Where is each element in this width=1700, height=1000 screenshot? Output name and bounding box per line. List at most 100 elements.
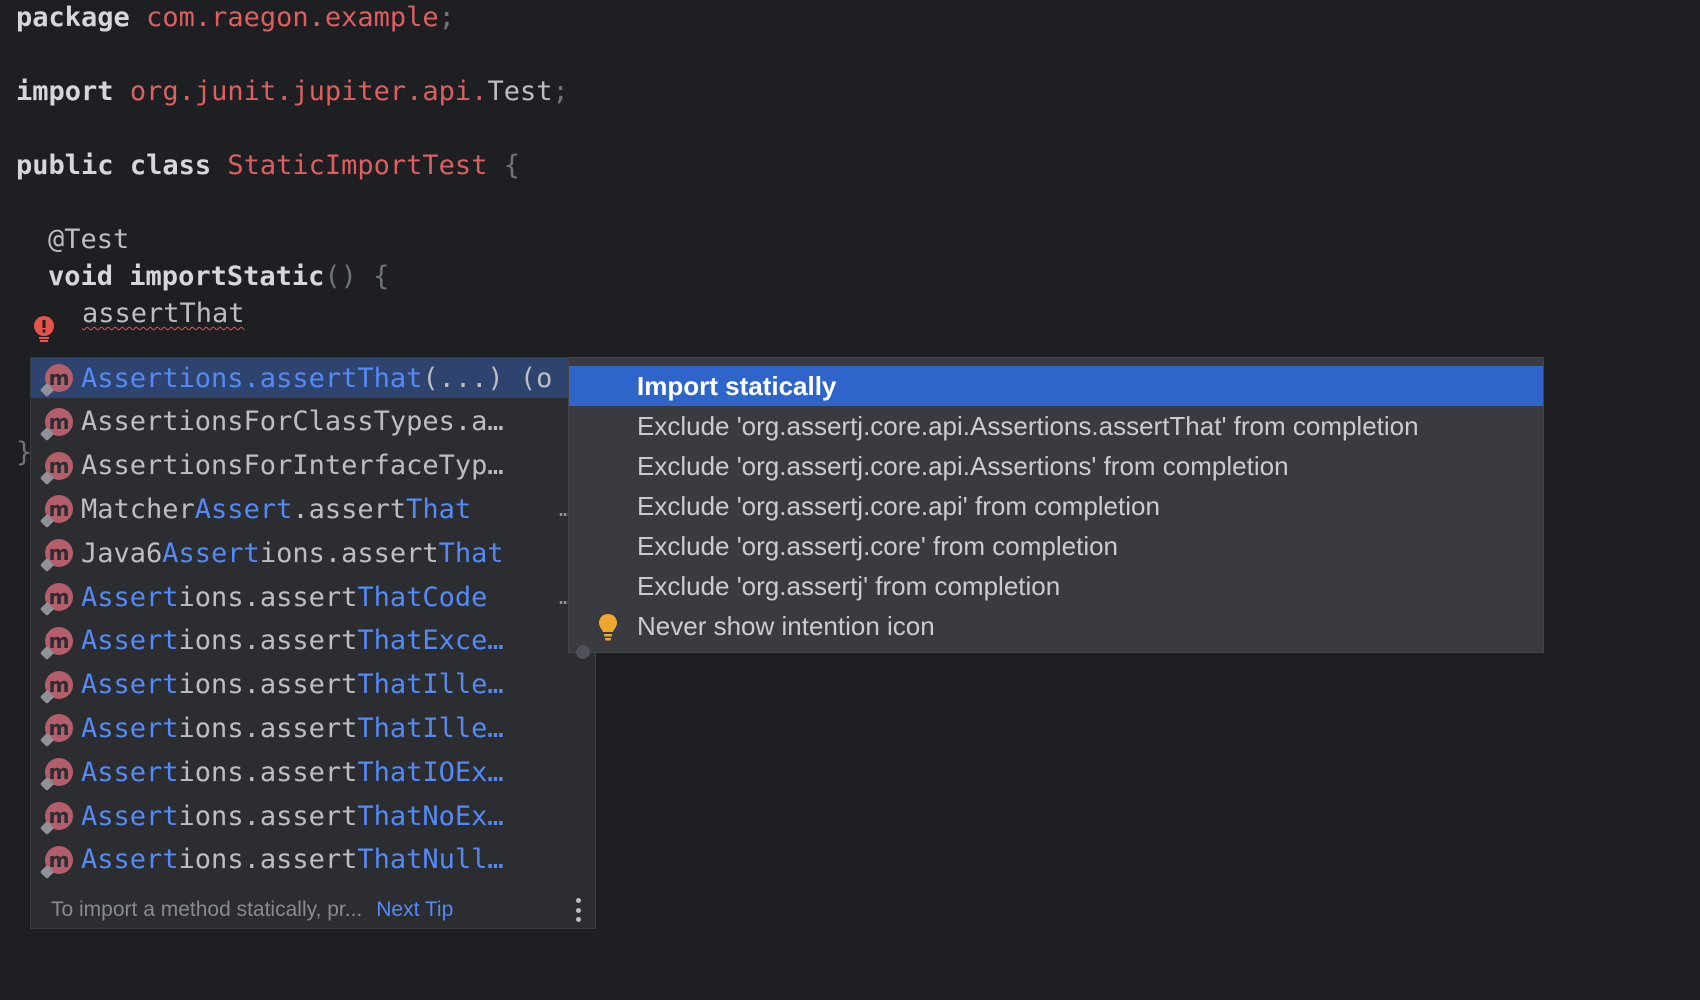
completion-item-part: That	[357, 362, 423, 394]
completion-item-part: Assert	[194, 493, 293, 525]
completion-item[interactable]: m Assertions.assertThatIlle…	[31, 665, 597, 705]
intention-item[interactable]: Exclude 'org.assertj.core.api.Assertions…	[569, 446, 1543, 486]
completion-item[interactable]: m Assertions.assertThatExce…	[31, 621, 597, 661]
completion-item-label: Assertions.assertThatNoEx…	[81, 801, 504, 832]
completion-item-part: (...) (o	[422, 362, 553, 394]
void-keyword: void	[48, 261, 114, 292]
intention-item-label: Exclude 'org.assertj.core.api' from comp…	[637, 490, 1160, 521]
completion-item[interactable]: m Assertions.assertThatIOEx…	[31, 752, 597, 792]
next-tip-link[interactable]: Next Tip	[376, 898, 453, 922]
completion-item-part: Assert	[81, 756, 179, 788]
method-name: importStatic	[129, 261, 325, 292]
completion-item-part: That	[357, 581, 423, 613]
completion-item[interactable]: m Assertions.assertThatNull…	[31, 840, 597, 880]
package-keyword: package	[16, 2, 130, 33]
method-open-brace: {	[373, 261, 390, 292]
intention-item[interactable]: Exclude 'org.assertj.core.api' from comp…	[569, 486, 1543, 526]
error-icon[interactable]	[31, 316, 57, 344]
code-line-annotation[interactable]: @Test	[48, 222, 129, 258]
intention-item-label: Exclude 'org.assertj.core.api.Assertions…	[637, 450, 1289, 481]
completion-item[interactable]: m Assertions.assertThatNoEx…	[31, 796, 597, 836]
completion-item[interactable]: m AssertionsForClassTypes.a…	[31, 402, 597, 442]
completion-item-part: .assert	[292, 493, 407, 525]
intention-item[interactable]: Exclude 'org.assertj' from completion	[569, 566, 1543, 606]
code-completion-popup[interactable]: m Assertions.assertThat(...) (o m Assertion…	[30, 357, 597, 930]
method-icon: m	[45, 407, 73, 436]
package-name: com.raegon.example	[146, 2, 439, 33]
method-icon: m	[45, 670, 73, 699]
completion-item[interactable]: m Assertions.assertThatIlle…	[31, 708, 597, 748]
completion-footer: To import a method statically, pr... Nex…	[31, 890, 597, 930]
completion-item-part: Ille…	[422, 712, 504, 744]
test-annotation: @Test	[48, 224, 130, 255]
more-options-icon[interactable]	[575, 898, 581, 922]
completion-item-part: Ille…	[422, 669, 504, 701]
scrollbar-knob[interactable]	[576, 645, 590, 659]
completion-item-part: Code	[422, 581, 488, 613]
method-icon: m	[45, 758, 73, 787]
method-icon: m	[45, 583, 73, 611]
completion-item-label: Java6Assertions.assertThat	[81, 538, 504, 569]
completion-item-part: ions.assert	[178, 844, 358, 876]
completion-item[interactable]: m Assertions.assertThatCode…	[31, 577, 597, 617]
completion-item-part: ions.assert	[178, 800, 358, 832]
code-line-class[interactable]: public class StaticImportTest {	[16, 148, 520, 184]
code-line-package[interactable]: package com.raegon.example;	[16, 0, 455, 36]
completion-item-part: Assert	[162, 537, 260, 569]
completion-item-part: That	[357, 669, 423, 701]
open-brace: {	[503, 150, 520, 181]
completion-item-label: Assertions.assertThatIlle…	[81, 713, 504, 744]
completion-item-label: Assertions.assertThatExce…	[81, 625, 504, 656]
completion-item-part: That	[406, 493, 472, 525]
typed-identifier[interactable]: assertThat	[82, 298, 245, 329]
intention-item-label: Exclude 'org.assertj.core.api.Assertions…	[637, 410, 1419, 441]
completion-item-part: That	[357, 712, 423, 744]
completion-item-label: Assertions.assertThat(...) (o	[81, 363, 552, 394]
code-line-method[interactable]: void importStatic() {	[48, 259, 389, 295]
completion-item-part: Assert	[81, 669, 179, 701]
completion-item-part: That	[438, 537, 504, 569]
completion-item[interactable]: m Assertions.assertThat(...) (o	[31, 358, 597, 398]
completion-item-part: That	[357, 844, 423, 876]
completion-item-part: ions.assert	[178, 712, 358, 744]
completion-item-part: Java6	[81, 537, 163, 569]
completion-item-part: ions.assert	[178, 669, 358, 701]
completion-item-part: That	[357, 756, 423, 788]
import-keyword: import	[16, 76, 114, 107]
lightbulb-icon	[599, 614, 617, 641]
completion-item[interactable]: m MatcherAssert.assertThat…	[31, 489, 597, 529]
method-icon: m	[45, 714, 73, 743]
completion-item-part: Assert	[81, 844, 179, 876]
completion-item-part: Matcher	[81, 493, 195, 525]
intention-item[interactable]: Exclude 'org.assertj.core' from completi…	[569, 526, 1543, 566]
class-name: StaticImportTest	[227, 150, 488, 181]
completion-item-label: Assertions.assertThatNull…	[81, 844, 504, 875]
method-icon: m	[45, 845, 73, 874]
method-icon: m	[45, 626, 73, 655]
completion-item-part: That	[357, 625, 423, 657]
import-class: Test	[487, 76, 553, 107]
code-line-import[interactable]: import org.junit.jupiter.api.Test;	[16, 74, 569, 110]
semicolon: ;	[438, 2, 455, 33]
intention-item[interactable]: Exclude 'org.assertj.core.api.Assertions…	[569, 406, 1543, 446]
intention-item-label: Import statically	[637, 370, 837, 401]
intention-item[interactable]: Import statically	[569, 366, 1543, 406]
completion-item-part: AssertionsForInterfaceTyp…	[81, 450, 504, 482]
completion-item-part: IOEx…	[422, 756, 504, 788]
completion-item-label: Assertions.assertThatIOEx…	[81, 757, 504, 788]
intention-item[interactable]: Never show intention icon	[569, 606, 1543, 646]
completion-item-label: AssertionsForInterfaceTyp…	[81, 450, 504, 481]
completion-item-part: Assert	[81, 800, 179, 832]
semicolon: ;	[552, 76, 569, 107]
method-icon: m	[45, 539, 73, 568]
completion-item[interactable]: m Java6Assertions.assertThat	[31, 533, 597, 573]
completion-item-part: Assertions.assert	[81, 362, 358, 394]
completion-item-part: ions.assert	[178, 756, 358, 788]
completion-item-part: ions.assert	[259, 537, 439, 569]
intention-actions-menu[interactable]: Import statically Exclude 'org.assertj.co…	[568, 357, 1544, 653]
completion-item-part: AssertionsForClassTypes.a…	[81, 406, 504, 438]
code-line-typing[interactable]: assertThat	[82, 296, 245, 332]
completion-item[interactable]: m AssertionsForInterfaceTyp…	[31, 446, 597, 486]
method-icon: m	[45, 451, 73, 480]
completion-item-part: Assert	[81, 581, 179, 613]
